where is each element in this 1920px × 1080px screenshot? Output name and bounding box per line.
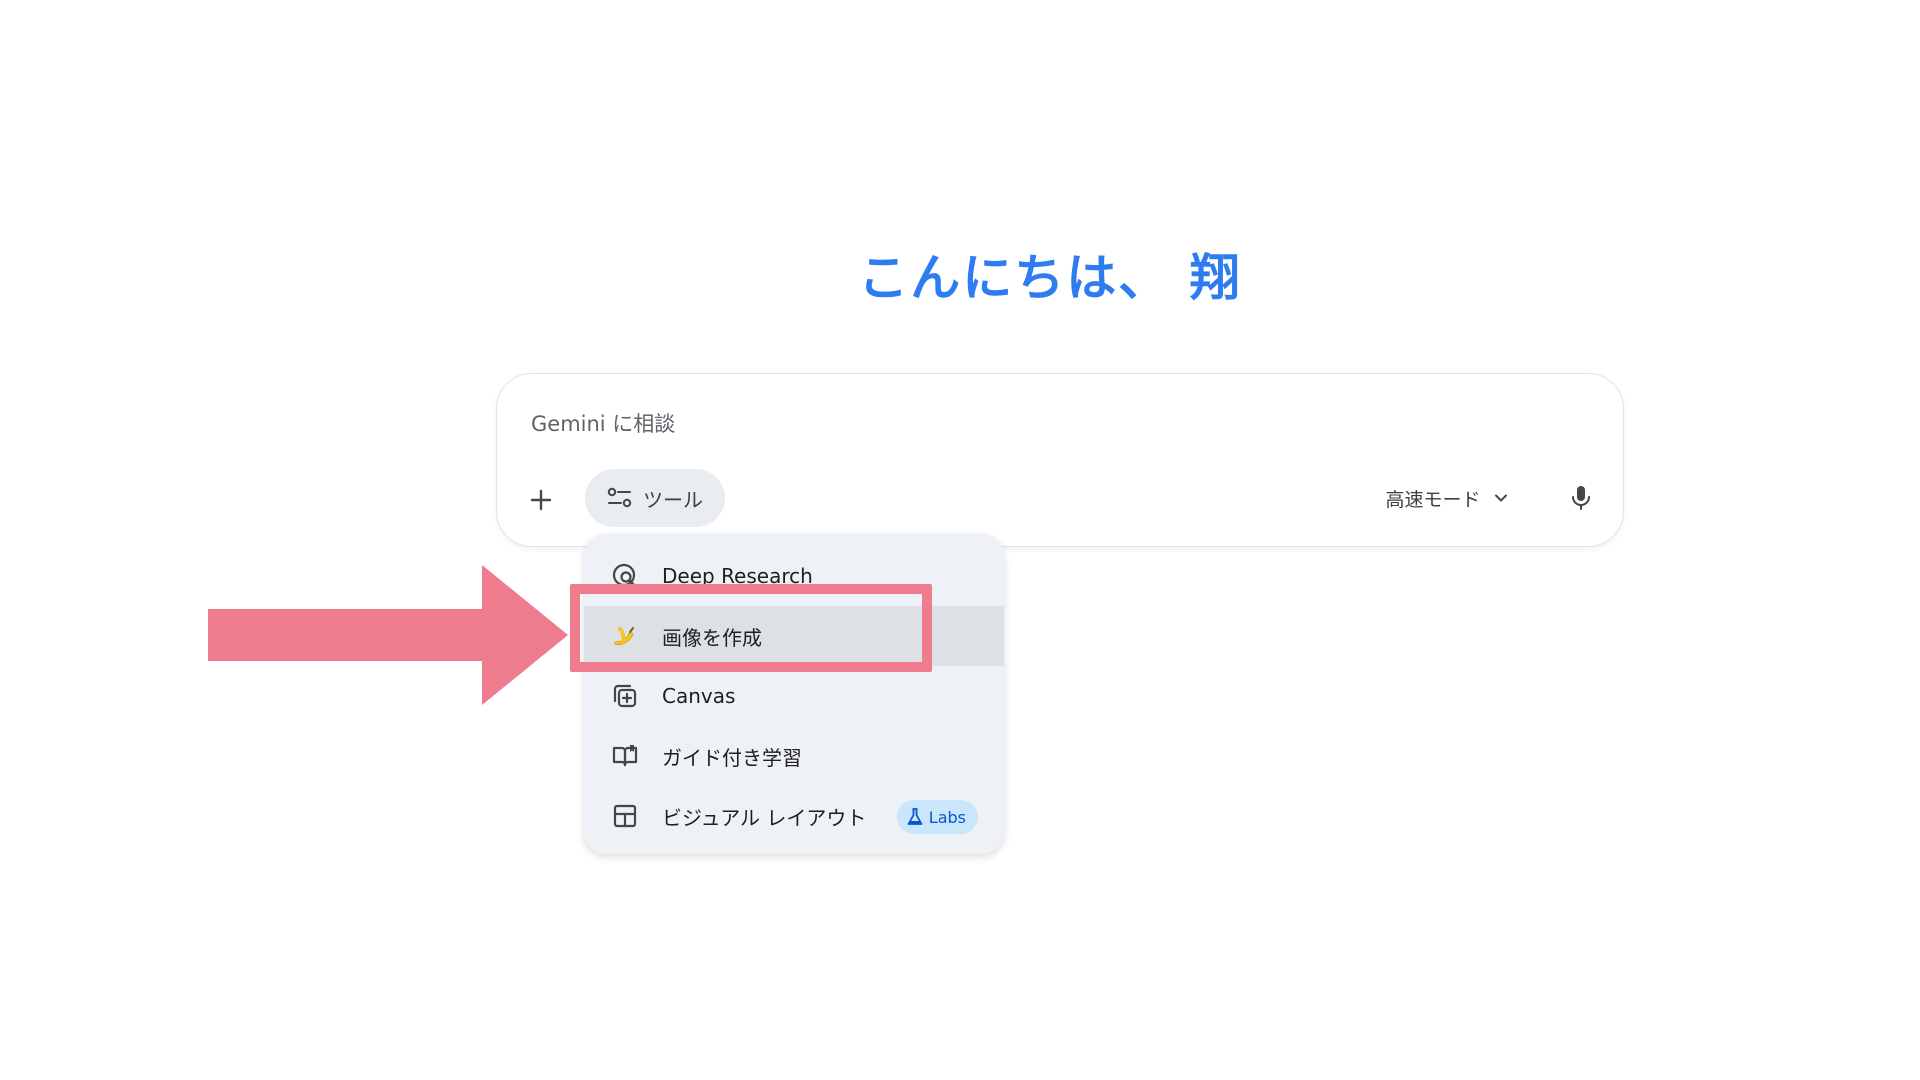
mode-selector[interactable]: 高速モード	[1367, 474, 1527, 522]
chevron-down-icon	[1494, 494, 1507, 502]
flask-icon	[907, 808, 923, 825]
greeting-heading: こんにちは、 翔	[858, 249, 1242, 307]
book-icon	[610, 741, 640, 771]
menu-item-label: ビジュアル レイアウト	[662, 805, 867, 830]
labs-badge-label: Labs	[928, 807, 966, 827]
microphone-icon	[1572, 486, 1590, 510]
canvas-icon	[610, 681, 640, 711]
plus-icon	[530, 489, 552, 511]
menu-item-label: Canvas	[662, 684, 736, 708]
menu-item-label: ガイド付き学習	[662, 745, 802, 770]
microphone-button[interactable]	[1557, 474, 1605, 522]
menu-item-canvas[interactable]: Canvas	[584, 666, 1004, 726]
add-button[interactable]	[519, 478, 563, 522]
menu-item-visual-layout[interactable]: ビジュアル レイアウト Labs	[584, 786, 1004, 846]
menu-item-guided-learning[interactable]: ガイド付き学習	[584, 726, 1004, 786]
gemini-home: こんにちは、 翔 ツール 高速モード	[0, 0, 1920, 1080]
prompt-composer: ツール 高速モード	[496, 373, 1624, 547]
mode-label: 高速モード	[1385, 488, 1481, 511]
labs-badge: Labs	[896, 800, 978, 834]
annotation-arrow	[208, 565, 568, 705]
tools-label: ツール	[643, 487, 703, 512]
prompt-input[interactable]	[531, 404, 1431, 444]
annotation-highlight-box	[570, 584, 932, 672]
tune-icon	[607, 487, 632, 508]
tools-button[interactable]: ツール	[585, 469, 725, 527]
tools-menu: Deep Research 画像を作成 Canvas ガイド付き学習 ビジュアル…	[584, 534, 1004, 854]
layout-icon	[610, 801, 640, 831]
